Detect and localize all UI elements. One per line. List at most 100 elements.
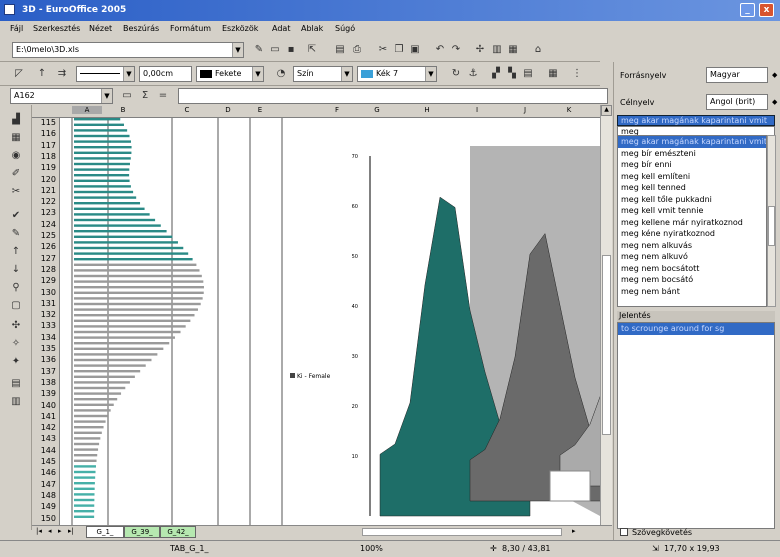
word-list-item[interactable]: meg bír emészteni	[618, 148, 766, 160]
col-G[interactable]: G	[362, 106, 392, 114]
word-list[interactable]: meg akar magának kaparintani vmit meg bír…	[617, 135, 767, 307]
row-number[interactable]: 144	[41, 446, 56, 455]
col-I[interactable]: I	[462, 106, 492, 114]
row-number[interactable]: 142	[41, 423, 56, 432]
area-color-select[interactable]: Kék 7 ▼	[357, 66, 437, 82]
rotate-icon[interactable]: ↻	[449, 67, 463, 81]
formula-input[interactable]	[178, 88, 608, 104]
status-zoom[interactable]: 100%	[360, 544, 383, 553]
print-icon[interactable]: ⎙	[350, 43, 364, 57]
tab-nav-next[interactable]: ▸	[58, 527, 62, 535]
sheet-tab-g1[interactable]: G_1_	[86, 526, 124, 538]
cell-reference[interactable]: A162 ▼	[10, 88, 113, 104]
col-A[interactable]: A	[72, 106, 102, 114]
field-icon[interactable]: ✦	[9, 355, 23, 369]
col-K[interactable]: K	[554, 106, 584, 114]
row-number[interactable]: 137	[41, 367, 56, 376]
row-number[interactable]: 134	[41, 333, 56, 342]
cell-icon[interactable]: ▦	[9, 131, 23, 145]
row-number[interactable]: 146	[41, 468, 56, 477]
row-number[interactable]: 132	[41, 310, 56, 319]
word-list-item[interactable]: meg kéne nyiratkoznod	[618, 228, 766, 240]
spreadsheet[interactable]: A B C D E F G H I J K 115 116 117 118 119 120…	[32, 105, 600, 525]
row-number[interactable]: 138	[41, 378, 56, 387]
filepath-field[interactable]: E:\0melo\3D.xls ▼	[12, 42, 244, 58]
row-number[interactable]: 150	[41, 514, 56, 523]
line-style-select[interactable]: ▼	[76, 66, 135, 82]
word-list-item[interactable]: meg kell említeni	[618, 171, 766, 183]
bring-front-icon[interactable]: ▞	[489, 67, 503, 81]
scroll-up-button[interactable]: ▲	[601, 105, 612, 116]
row-number[interactable]: 120	[41, 175, 56, 184]
line-style-icon[interactable]: ◸	[12, 67, 26, 81]
row-number[interactable]: 125	[41, 231, 56, 240]
menu-view[interactable]: Nézet	[89, 24, 112, 33]
row-number[interactable]: 141	[41, 412, 56, 421]
menu-insert[interactable]: Beszúrás	[123, 24, 159, 33]
row-number[interactable]: 129	[41, 276, 56, 285]
scissors-icon[interactable]: ✂	[9, 185, 23, 199]
align-icon[interactable]: ▤	[521, 67, 535, 81]
close-button[interactable]: x	[759, 3, 774, 17]
equals-icon[interactable]: =	[156, 89, 170, 103]
undo-icon[interactable]: ↶	[433, 43, 447, 57]
word-list-item[interactable]: meg nem bánt	[618, 286, 766, 298]
edit-file-icon[interactable]: ✎	[252, 43, 266, 57]
export-icon[interactable]: ⇱	[305, 43, 319, 57]
row-number[interactable]: 145	[41, 457, 56, 466]
row-number[interactable]: 143	[41, 434, 56, 443]
word-list-item[interactable]: meg nem bocsátó	[618, 274, 766, 286]
redo-icon[interactable]: ↷	[449, 43, 463, 57]
search-highlight[interactable]: meg akar magának kaparintani vmit	[617, 115, 775, 126]
area-style-select[interactable]: Szín ▼	[293, 66, 353, 82]
col-E[interactable]: E	[250, 106, 270, 114]
autospell-icon[interactable]: ✎	[9, 227, 23, 241]
menu-edit[interactable]: Szerkesztés	[33, 24, 80, 33]
menu-window[interactable]: Ablak	[301, 24, 323, 33]
gallery-icon[interactable]: ▦	[506, 43, 520, 57]
word-list-item[interactable]: meg nem alkuvás	[618, 240, 766, 252]
sheet-tab-g39[interactable]: G_39_	[124, 526, 160, 538]
find-icon[interactable]: ⚲	[9, 281, 23, 295]
object-icon[interactable]: ◉	[9, 149, 23, 163]
word-list-item[interactable]: meg bír enni	[618, 159, 766, 171]
row-number[interactable]: 128	[41, 265, 56, 274]
row-number[interactable]: 130	[41, 288, 56, 297]
row-number[interactable]: 126	[41, 242, 56, 251]
paste-icon[interactable]: ▣	[408, 43, 422, 57]
row-number[interactable]: 131	[41, 299, 56, 308]
source-lang-select[interactable]: Magyar	[706, 67, 768, 83]
row-number[interactable]: 139	[41, 389, 56, 398]
row-number[interactable]: 147	[41, 480, 56, 489]
cut-icon[interactable]: ✂	[376, 43, 390, 57]
row-number[interactable]: 136	[41, 355, 56, 364]
design-mode-icon[interactable]: ✣	[9, 319, 23, 333]
row-number[interactable]: 140	[41, 401, 56, 410]
row-number[interactable]: 149	[41, 502, 56, 511]
target-lang-select[interactable]: Angol (brit)	[706, 94, 768, 110]
row-number[interactable]: 115	[41, 118, 56, 127]
sort-desc-icon[interactable]: ↓	[9, 263, 23, 277]
scroll-thumb[interactable]	[602, 255, 611, 435]
col-C[interactable]: C	[172, 106, 202, 114]
row-number[interactable]: 122	[41, 197, 56, 206]
word-list-item[interactable]: meg akar magának kaparintani vmit	[618, 136, 766, 148]
panel-icon[interactable]: ▢	[9, 299, 23, 313]
word-list-item[interactable]: meg nem bocsátott	[618, 263, 766, 275]
send-back-icon[interactable]: ▚	[505, 67, 519, 81]
line-ends-icon[interactable]: ⇉	[55, 67, 69, 81]
spell-icon[interactable]: ✔	[9, 209, 23, 223]
row-number[interactable]: 117	[41, 141, 56, 150]
tab-nav-last[interactable]: ▸|	[68, 527, 74, 535]
form-icon[interactable]: ✧	[9, 337, 23, 351]
function-wizard-icon[interactable]: ▭	[120, 89, 134, 103]
row-number[interactable]: 123	[41, 208, 56, 217]
col-J[interactable]: J	[510, 106, 540, 114]
copy-icon[interactable]: ❐	[392, 43, 406, 57]
open-icon[interactable]: ▭	[268, 43, 282, 57]
group-icon[interactable]: ▦	[546, 67, 560, 81]
row-number[interactable]: 118	[41, 152, 56, 161]
insert-icon[interactable]: ▟	[9, 113, 23, 127]
row-number[interactable]: 119	[41, 163, 56, 172]
source-lang-dropdown-icon[interactable]: ◆	[772, 71, 777, 79]
